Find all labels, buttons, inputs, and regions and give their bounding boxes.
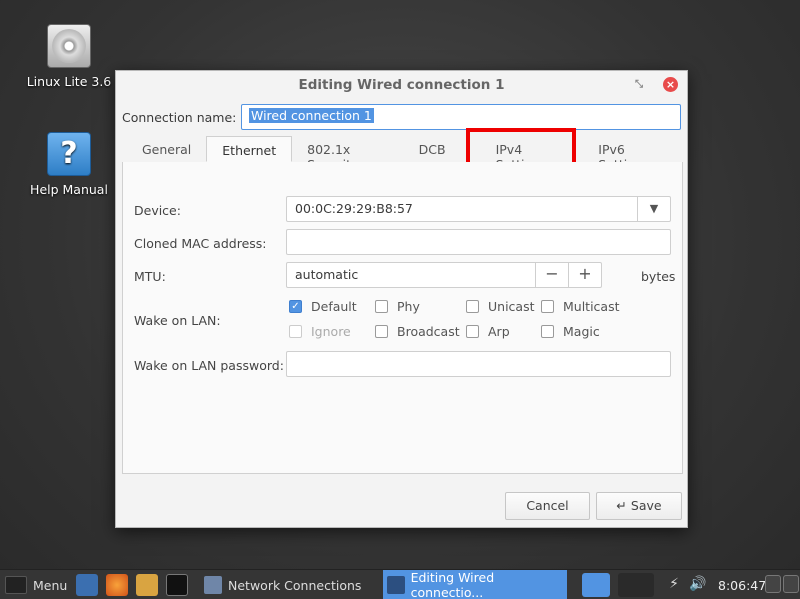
wol-default-checkbox[interactable]: ✓ Default [289,299,357,314]
restore-icon[interactable]: ⤡ [635,79,643,91]
wol-unicast-checkbox[interactable]: Unicast [466,299,535,314]
mtu-spinbox[interactable]: automatic − + [286,262,602,288]
checkbox-label: Broadcast [397,324,460,339]
clock[interactable]: 8:06:47 [718,578,766,593]
wol-magic-checkbox[interactable]: Magic [541,324,600,339]
cancel-button[interactable]: Cancel [505,492,590,520]
workspace-2[interactable] [618,573,654,597]
tab-ipv6-settings[interactable]: IPv6 Settings [583,136,681,172]
menu-label: Menu [33,577,68,593]
checkbox-label: Magic [563,324,600,339]
cloned-mac-label: Cloned MAC address: [134,236,267,251]
tab-ethernet[interactable]: Ethernet [206,136,293,162]
wol-ignore-checkbox: Ignore [289,324,351,339]
task-label: Network Connections [228,577,362,593]
task-editing-wired-connection[interactable]: Editing Wired connectio... [383,570,567,599]
tab-bar: General Ethernet 802.1x Security DCB IPv… [122,136,681,172]
mtu-label: MTU: [134,269,166,284]
tab-8021x-security[interactable]: 802.1x Security [292,136,404,172]
desktop-icon-help-manual[interactable]: ? Help Manual [24,132,114,197]
checkbox-label: Arp [488,324,510,339]
volume-icon[interactable]: 🔊 [689,575,707,593]
keyboard-layout-icon[interactable] [765,575,781,593]
wol-password-label: Wake on LAN password: [134,358,284,373]
checkbox-label: Ignore [311,324,351,339]
linux-lite-logo-icon [5,576,27,594]
wol-arp-checkbox[interactable]: Arp [466,324,510,339]
mtu-value: automatic [295,267,359,282]
connection-name-value: Wired connection 1 [249,108,374,123]
connection-name-label: Connection name: [122,109,237,125]
wol-multicast-checkbox[interactable]: Multicast [541,299,620,314]
network-status-icon[interactable]: ⚡ [665,575,683,593]
dialog-title: Editing Wired connection 1 [298,77,505,93]
mtu-decrement-button[interactable]: − [535,263,568,287]
terminal-icon[interactable] [166,574,188,596]
checkbox-label: Multicast [563,299,620,314]
tab-dcb[interactable]: DCB [404,136,461,162]
dvd-icon [47,24,91,68]
connection-name-row: Connection name: Wired connection 1 [122,104,681,130]
device-label: Device: [134,203,181,218]
taskbar: Menu Network Connections Editing Wired c… [0,569,800,599]
chevron-down-icon[interactable]: ▼ [637,197,670,221]
ethernet-panel: Device: 00:0C:29:29:B8:57 ▼ Cloned MAC a… [122,162,683,474]
desktop-icon-label: Linux Lite 3.6 [26,74,112,89]
workspace-switcher[interactable] [582,573,610,597]
wol-label: Wake on LAN: [134,313,221,328]
close-icon[interactable]: × [663,77,678,92]
checkbox-label: Phy [397,299,420,314]
network-icon [387,576,405,594]
mtu-increment-button[interactable]: + [568,263,601,287]
wol-broadcast-checkbox[interactable]: Broadcast [375,324,460,339]
wol-password-input[interactable] [286,351,671,377]
edit-connection-dialog: Editing Wired connection 1 ⤡ × Connectio… [115,70,688,528]
wol-phy-checkbox[interactable]: Phy [375,299,420,314]
help-icon: ? [47,132,91,176]
file-manager-icon[interactable] [76,574,98,596]
save-icon: ↵ [616,498,627,513]
home-folder-icon[interactable] [136,574,158,596]
cloned-mac-input[interactable] [286,229,671,255]
menu-button[interactable]: Menu [5,570,67,599]
save-button[interactable]: ↵ Save [596,492,682,520]
firefox-icon[interactable] [106,574,128,596]
tab-general[interactable]: General [127,136,206,162]
network-icon [204,576,222,594]
save-label: Save [630,498,662,513]
show-desktop-icon[interactable] [783,575,799,593]
task-label: Editing Wired connectio... [410,570,495,599]
check-icon: ✓ [289,300,302,313]
mtu-unit: bytes [641,269,676,284]
device-combobox[interactable]: 00:0C:29:29:B8:57 ▼ [286,196,671,222]
task-network-connections[interactable]: Network Connections [200,570,378,599]
checkbox-label: Default [311,299,357,314]
checkbox-label: Unicast [488,299,535,314]
desktop-icon-linux-lite[interactable]: Linux Lite 3.6 [24,24,114,89]
connection-name-input[interactable]: Wired connection 1 [241,104,681,130]
desktop-icon-label: Help Manual [30,182,108,197]
device-value: 00:0C:29:29:B8:57 [295,201,413,216]
dialog-titlebar[interactable]: Editing Wired connection 1 ⤡ × [116,71,687,99]
